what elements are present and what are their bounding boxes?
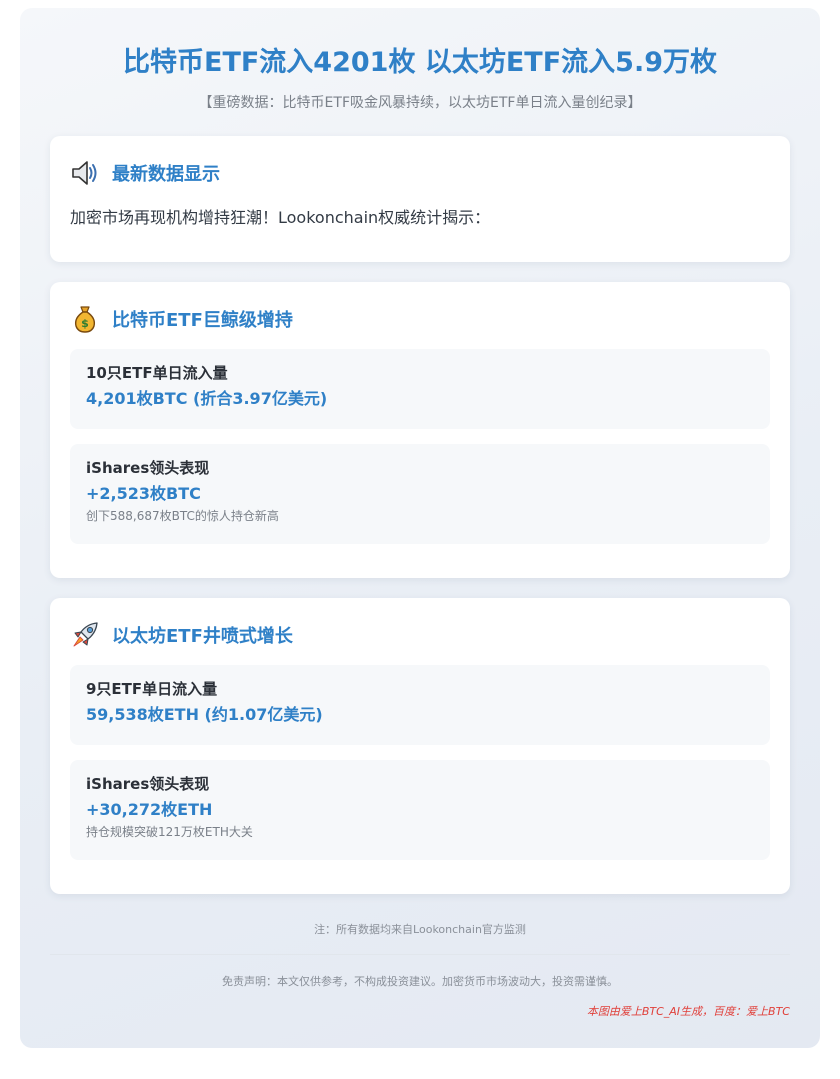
card-text: 加密市场再现机构增持狂潮！Lookonchain权威统计揭示： (70, 208, 491, 227)
eth-etf-card: 以太坊ETF井喷式增长 9只ETF单日流入量 59,538枚ETH (约1.07… (50, 598, 790, 894)
info-item: 10只ETF单日流入量 4,201枚BTC (折合3.97亿美元) (70, 349, 770, 429)
card-header: 以太坊ETF井喷式增长 (70, 620, 293, 650)
speaker-icon (70, 158, 100, 188)
item-label: iShares领头表现 (86, 775, 210, 793)
card-title: 比特币ETF巨鲸级增持 (112, 310, 293, 331)
source-note: 注：所有数据均来自Lookonchain官方监测 (314, 923, 526, 936)
item-value: 4,201枚BTC (折合3.97亿美元) (86, 389, 328, 408)
svg-text:$: $ (81, 317, 89, 330)
card-title: 最新数据显示 (112, 164, 220, 185)
info-item: 9只ETF单日流入量 59,538枚ETH (约1.07亿美元) (70, 665, 770, 745)
card-header: $ 比特币ETF巨鲸级增持 (70, 304, 293, 334)
disclaimer-text: 免责声明：本文仅供参考，不构成投资建议。加密货币市场波动大，投资需谨慎。 (222, 975, 618, 988)
money-bag-icon: $ (70, 304, 100, 334)
credit-text: 本图由爱上BTC_AI生成，百度：爱上BTC (586, 1005, 790, 1018)
item-label: iShares领头表现 (86, 459, 210, 477)
card-header: 最新数据显示 (70, 158, 220, 188)
infographic-page: 比特币ETF流入4201枚 以太坊ETF流入5.9万枚 【重磅数据：比特币ETF… (20, 8, 820, 1048)
footer-divider (50, 954, 790, 955)
page-subtitle: 【重磅数据：比特币ETF吸金风暴持续，以太坊ETF单日流入量创纪录】 (198, 95, 642, 111)
page-title: 比特币ETF流入4201枚 以太坊ETF流入5.9万枚 (123, 47, 717, 78)
info-item: iShares领头表现 +30,272枚ETH 持仓规模突破121万枚ETH大关 (70, 760, 770, 860)
item-value: +2,523枚BTC (86, 484, 201, 503)
item-label: 9只ETF单日流入量 (86, 680, 218, 698)
item-note: 创下588,687枚BTC的惊人持仓新高 (86, 509, 279, 523)
card-title: 以太坊ETF井喷式增长 (112, 626, 293, 647)
info-item: iShares领头表现 +2,523枚BTC 创下588,687枚BTC的惊人持… (70, 444, 770, 544)
item-value: +30,272枚ETH (86, 800, 213, 819)
rocket-icon (70, 620, 100, 650)
btc-etf-card: $ 比特币ETF巨鲸级增持 10只ETF单日流入量 4,201枚BTC (折合3… (50, 282, 790, 578)
item-note: 持仓规模突破121万枚ETH大关 (86, 825, 253, 839)
item-value: 59,538枚ETH (约1.07亿美元) (86, 705, 323, 724)
latest-data-card: 最新数据显示 加密市场再现机构增持狂潮！Lookonchain权威统计揭示： (50, 136, 790, 262)
item-label: 10只ETF单日流入量 (86, 364, 228, 382)
